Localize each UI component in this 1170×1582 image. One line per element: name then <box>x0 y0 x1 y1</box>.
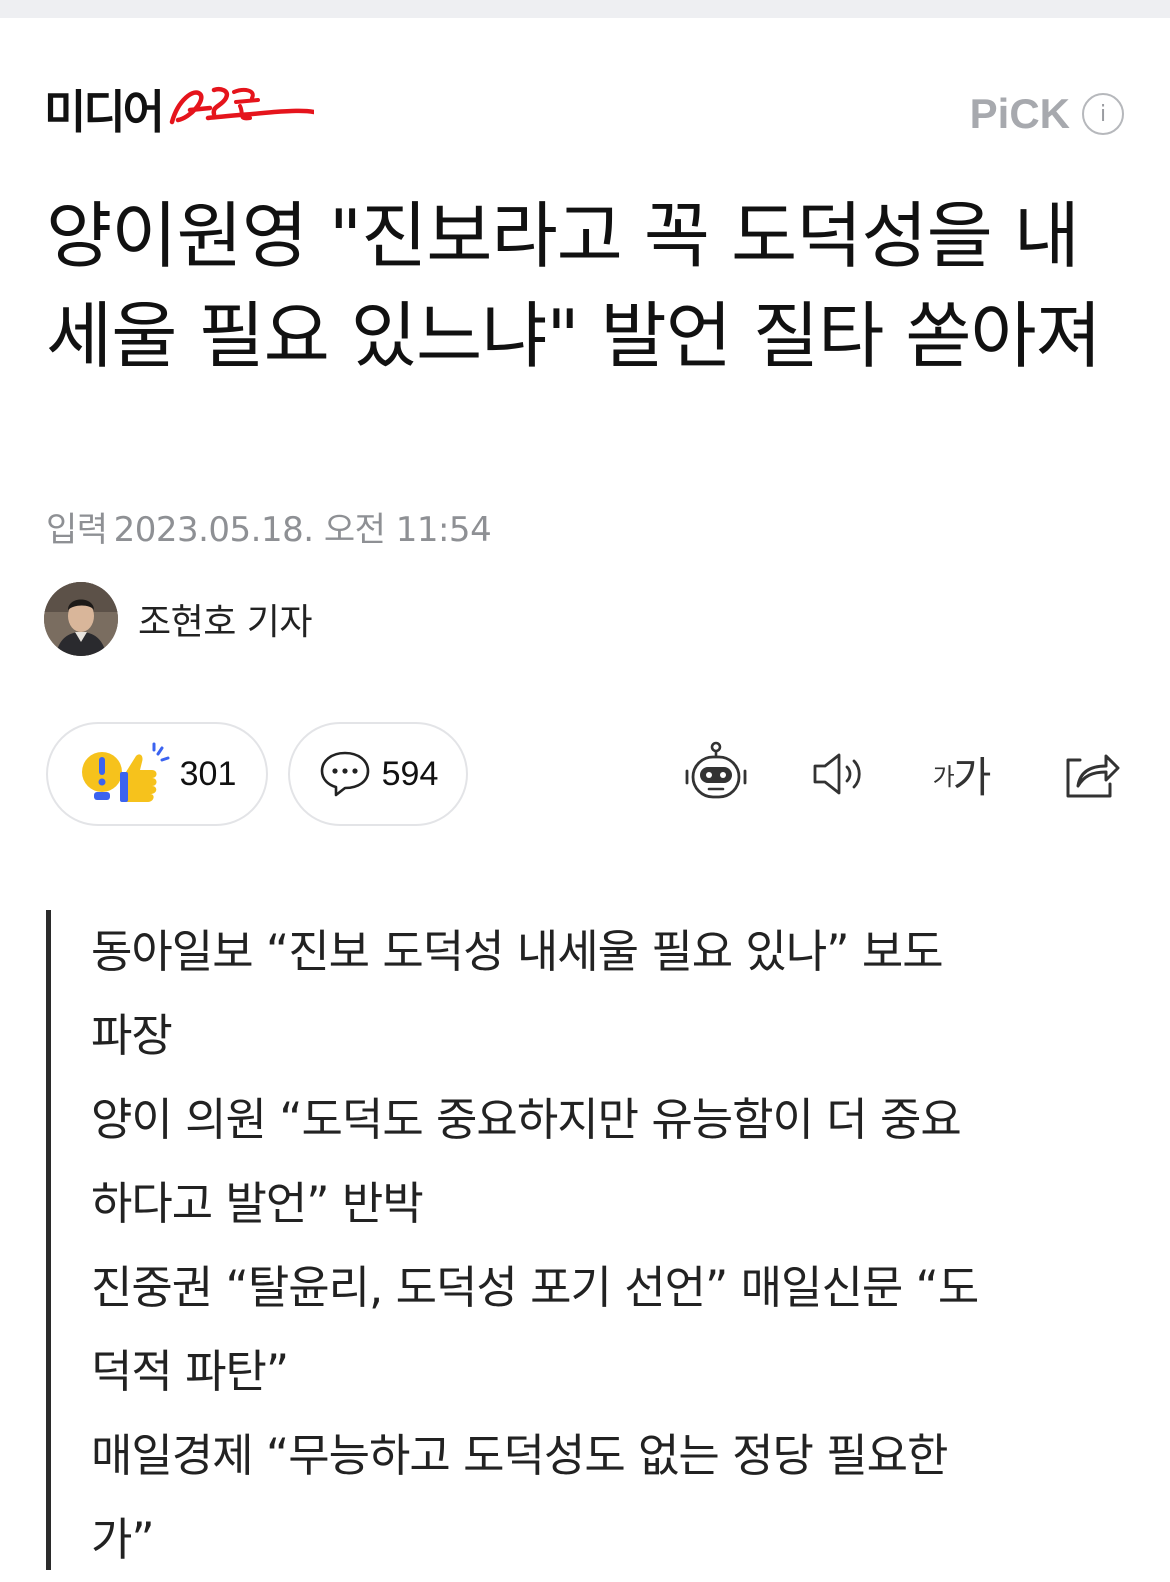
reaction-button[interactable]: 301 <box>46 722 268 826</box>
ai-summary-button[interactable] <box>680 738 752 810</box>
summary-line: 덕적 파탄” <box>91 1345 289 1398</box>
publisher-logo-script <box>169 87 314 125</box>
info-icon[interactable]: i <box>1082 93 1124 135</box>
summary-line: 매일경제 “무능하고 도덕성도 없는 정당 필요한 <box>91 1429 948 1482</box>
comment-count: 594 <box>381 754 439 793</box>
reporter-avatar[interactable] <box>44 582 118 656</box>
pick-badge[interactable]: PiCK i <box>970 88 1124 140</box>
text-to-speech-button[interactable] <box>804 738 876 810</box>
summary-line: 하다고 발언” 반박 <box>91 1177 424 1230</box>
reporter-byline[interactable]: 조현호 기자 <box>44 582 313 656</box>
publisher-logo[interactable]: 미디어 <box>44 70 314 142</box>
info-glyph: i <box>1099 101 1107 127</box>
font-size-large-glyph: 가 <box>952 752 992 802</box>
summary-line: 양이 의원 “도덕도 중요하지만 유능함이 더 중요 <box>91 1093 962 1146</box>
share-icon <box>1066 754 1120 798</box>
speaker-icon <box>813 753 861 795</box>
summary-line: 동아일보 “진보 도덕성 내세울 필요 있나” 보도 <box>91 925 944 978</box>
date-value: 2023.05.18. 오전 11:54 <box>113 510 492 550</box>
summary-line: 진중권 “탈윤리, 도덕성 포기 선언” 매일신문 “도 <box>91 1261 979 1314</box>
share-button[interactable] <box>1054 738 1126 810</box>
comment-button[interactable]: 594 <box>288 722 468 826</box>
pick-label: PiCK <box>969 90 1070 137</box>
publisher-logo-text: 미디어 <box>44 85 165 139</box>
summary-line: 가” <box>91 1513 155 1566</box>
article-summary: 동아일보 “진보 도덕성 내세울 필요 있나” 보도 파장 양이 의원 “도덕도… <box>46 910 1126 1570</box>
avatar-photo <box>44 582 118 656</box>
font-size-small-glyph: 가 <box>932 762 955 791</box>
article-dateline: 입력 2023.05.18. 오전 11:54 <box>46 502 492 551</box>
status-strip <box>0 0 1170 18</box>
reaction-emoji-icon <box>81 742 170 802</box>
reaction-count: 301 <box>179 754 237 793</box>
reporter-name[interactable]: 조현호 기자 <box>138 593 313 645</box>
font-size-button[interactable]: 가가 <box>926 738 998 810</box>
summary-line: 파장 <box>91 1009 173 1062</box>
comment-bubble-icon <box>320 751 369 797</box>
robot-icon <box>685 741 747 799</box>
article-headline: 양이원영 "진보라고 꼭 도덕성을 내세울 필요 있느냐" 발언 질타 쏟아져 <box>46 194 1102 378</box>
date-label: 입력 <box>46 510 108 550</box>
